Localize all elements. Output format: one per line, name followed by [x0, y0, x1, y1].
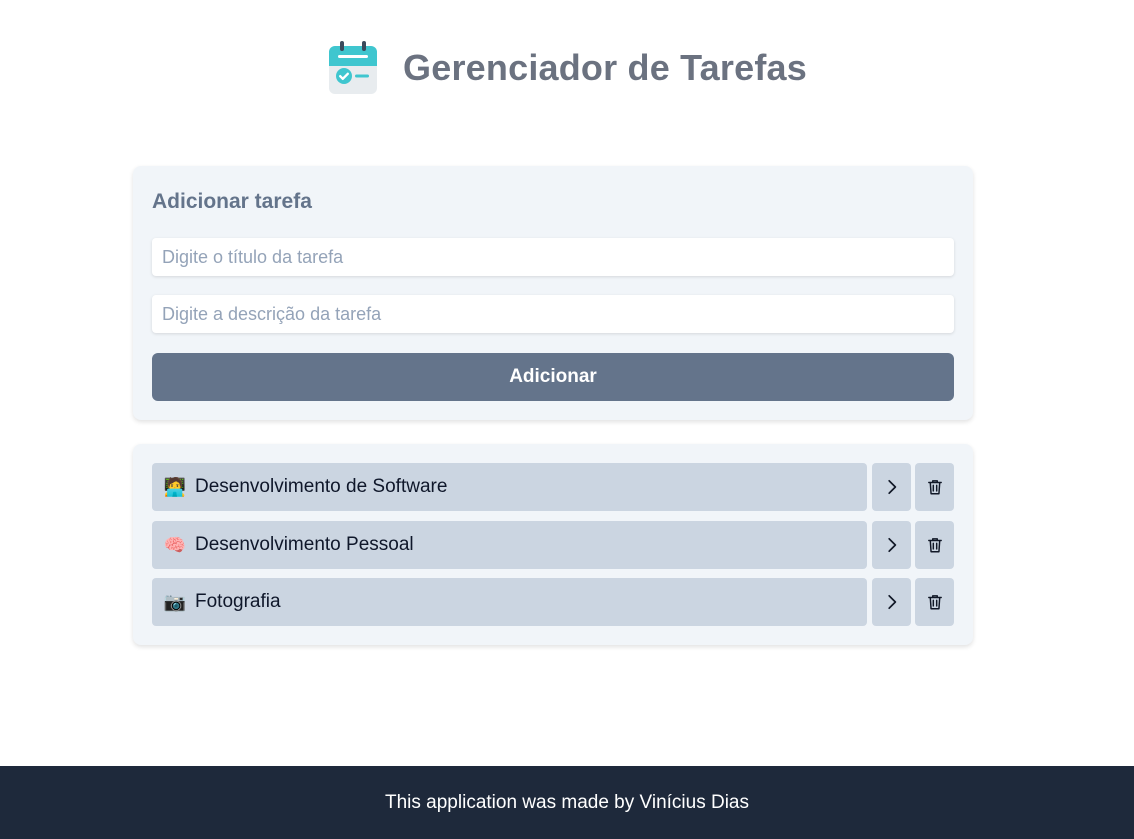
task-delete-button[interactable] [915, 578, 954, 626]
task-details-button[interactable] [872, 521, 911, 569]
task-title-button[interactable]: 🧠 Desenvolvimento Pessoal [152, 521, 867, 569]
camera-emoji-icon: 📷 [163, 591, 187, 612]
task-item: 🧑‍💻 Desenvolvimento de Software [152, 463, 954, 511]
task-description-input[interactable] [152, 295, 954, 333]
chevron-right-icon [887, 479, 896, 495]
add-task-button[interactable]: Adicionar [152, 353, 954, 401]
task-title: Desenvolvimento Pessoal [195, 534, 414, 555]
page-footer: This application was made by Vinícius Di… [0, 766, 1134, 839]
page: Gerenciador de Tarefas Adicionar tarefa … [0, 0, 1134, 839]
task-title: Desenvolvimento de Software [195, 476, 448, 497]
app-header: Gerenciador de Tarefas [0, 38, 1134, 98]
add-task-card: Adicionar tarefa Adicionar [133, 166, 973, 420]
trash-icon [927, 538, 942, 553]
page-title: Gerenciador de Tarefas [403, 47, 807, 88]
calendar-check-icon [329, 41, 378, 94]
chevron-right-icon [887, 594, 896, 610]
trash-icon [927, 595, 942, 610]
task-title-button[interactable]: 📷 Fotografia [152, 578, 867, 626]
trash-icon [927, 480, 942, 495]
footer-credit: This application was made by Vinícius Di… [385, 791, 749, 813]
task-title: Fotografia [195, 591, 281, 612]
task-item: 📷 Fotografia [152, 578, 954, 626]
task-details-button[interactable] [872, 578, 911, 626]
chevron-right-icon [887, 537, 896, 553]
task-item: 🧠 Desenvolvimento Pessoal [152, 521, 954, 569]
brain-emoji-icon: 🧠 [163, 534, 187, 555]
task-list: 🧑‍💻 Desenvolvimento de Software 🧠 Desenv… [133, 444, 973, 645]
task-delete-button[interactable] [915, 463, 954, 511]
add-task-heading: Adicionar tarefa [152, 190, 312, 213]
task-title-button[interactable]: 🧑‍💻 Desenvolvimento de Software [152, 463, 867, 511]
task-details-button[interactable] [872, 463, 911, 511]
task-title-input[interactable] [152, 238, 954, 276]
task-delete-button[interactable] [915, 521, 954, 569]
technologist-emoji-icon: 🧑‍💻 [163, 476, 187, 497]
